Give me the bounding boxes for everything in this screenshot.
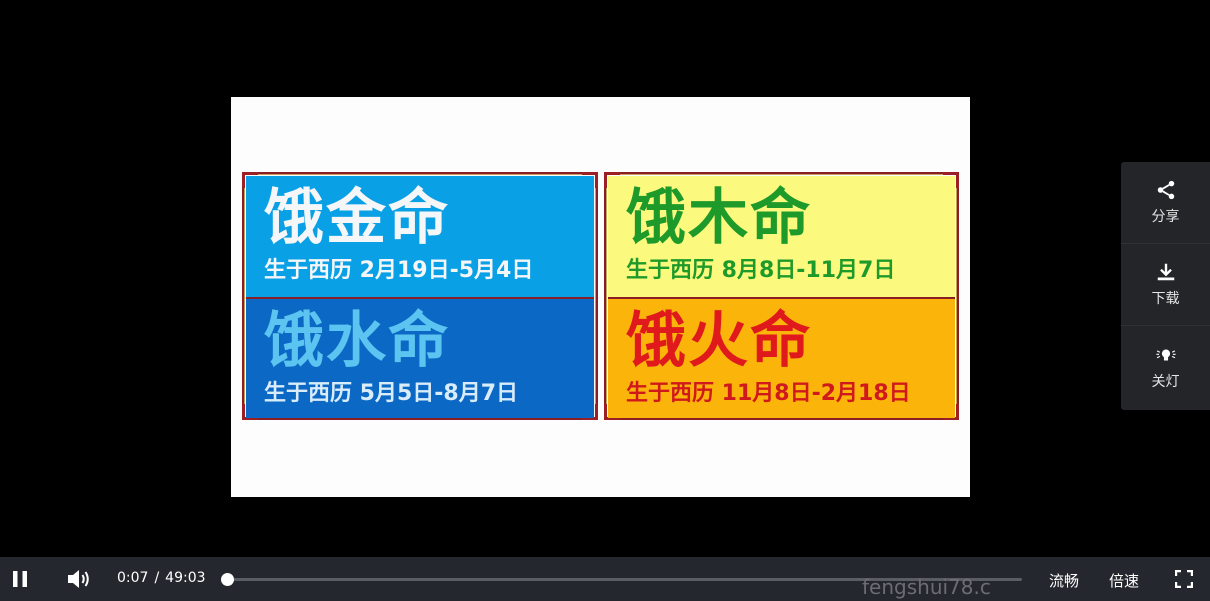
video-player[interactable]: 饿金命 生于西历 2月19日-5月4日 饿水命 生于西历 5月5日-8月7日 饿… (0, 0, 1210, 601)
gold-fate-cell: 饿金命 生于西历 2月19日-5月4日 (246, 176, 594, 297)
gold-fate-title: 饿金命 (264, 183, 450, 253)
volume-icon (68, 570, 89, 588)
wood-fate-title: 饿木命 (626, 183, 812, 253)
water-fate-title: 饿水命 (264, 306, 450, 376)
fire-fate-title: 饿火命 (626, 306, 812, 376)
time-separator: / (154, 570, 160, 586)
share-icon (1157, 180, 1174, 200)
quality-button[interactable]: 流畅 (1049, 570, 1079, 591)
lights-off-button[interactable]: 关灯 (1121, 326, 1210, 408)
water-fate-cell: 饿水命 生于西历 5月5日-8月7日 (246, 297, 594, 418)
download-button[interactable]: 下载 (1121, 244, 1210, 326)
video-frame[interactable]: 饿金命 生于西历 2月19日-5月4日 饿水命 生于西历 5月5日-8月7日 饿… (231, 97, 970, 497)
control-bar: 0:07 / 49:03 fengshui78.c 流畅 倍速 (0, 557, 1210, 601)
fullscreen-icon (1175, 570, 1193, 588)
lights-off-label: 关灯 (1151, 373, 1180, 390)
share-label: 分享 (1151, 209, 1180, 225)
pause-button[interactable] (6, 557, 34, 601)
fire-fate-dates: 生于西历 11月8日-2月18日 (626, 381, 911, 406)
fire-fate-cell: 饿火命 生于西历 11月8日-2月18日 (608, 297, 955, 418)
lightbulb-icon (1155, 349, 1176, 360)
volume-button[interactable] (64, 557, 94, 601)
speed-button[interactable]: 倍速 (1109, 570, 1139, 591)
progress-bar[interactable] (220, 573, 1022, 586)
download-icon (1157, 263, 1174, 281)
fullscreen-button[interactable] (1172, 557, 1196, 601)
progress-knob[interactable] (220, 573, 234, 586)
water-fate-dates: 生于西历 5月5日-8月7日 (264, 381, 519, 406)
wood-fate-dates: 生于西历 8月8日-11月7日 (626, 258, 896, 283)
panel-left: 饿金命 生于西历 2月19日-5月4日 饿水命 生于西历 5月5日-8月7日 (242, 172, 598, 420)
share-button[interactable]: 分享 (1121, 162, 1210, 244)
side-menu: 分享 下载 关灯 (1121, 162, 1210, 410)
wood-fate-cell: 饿木命 生于西历 8月8日-11月7日 (608, 176, 955, 297)
gold-fate-dates: 生于西历 2月19日-5月4日 (264, 258, 534, 283)
pause-icon (13, 571, 27, 587)
current-time: 0:07 (117, 570, 149, 586)
time-display: 0:07 / 49:03 (117, 570, 206, 586)
panel-right: 饿木命 生于西历 8月8日-11月7日 饿火命 生于西历 11月8日-2月18日 (604, 172, 959, 420)
duration: 49:03 (165, 570, 206, 586)
download-label: 下载 (1151, 291, 1180, 307)
